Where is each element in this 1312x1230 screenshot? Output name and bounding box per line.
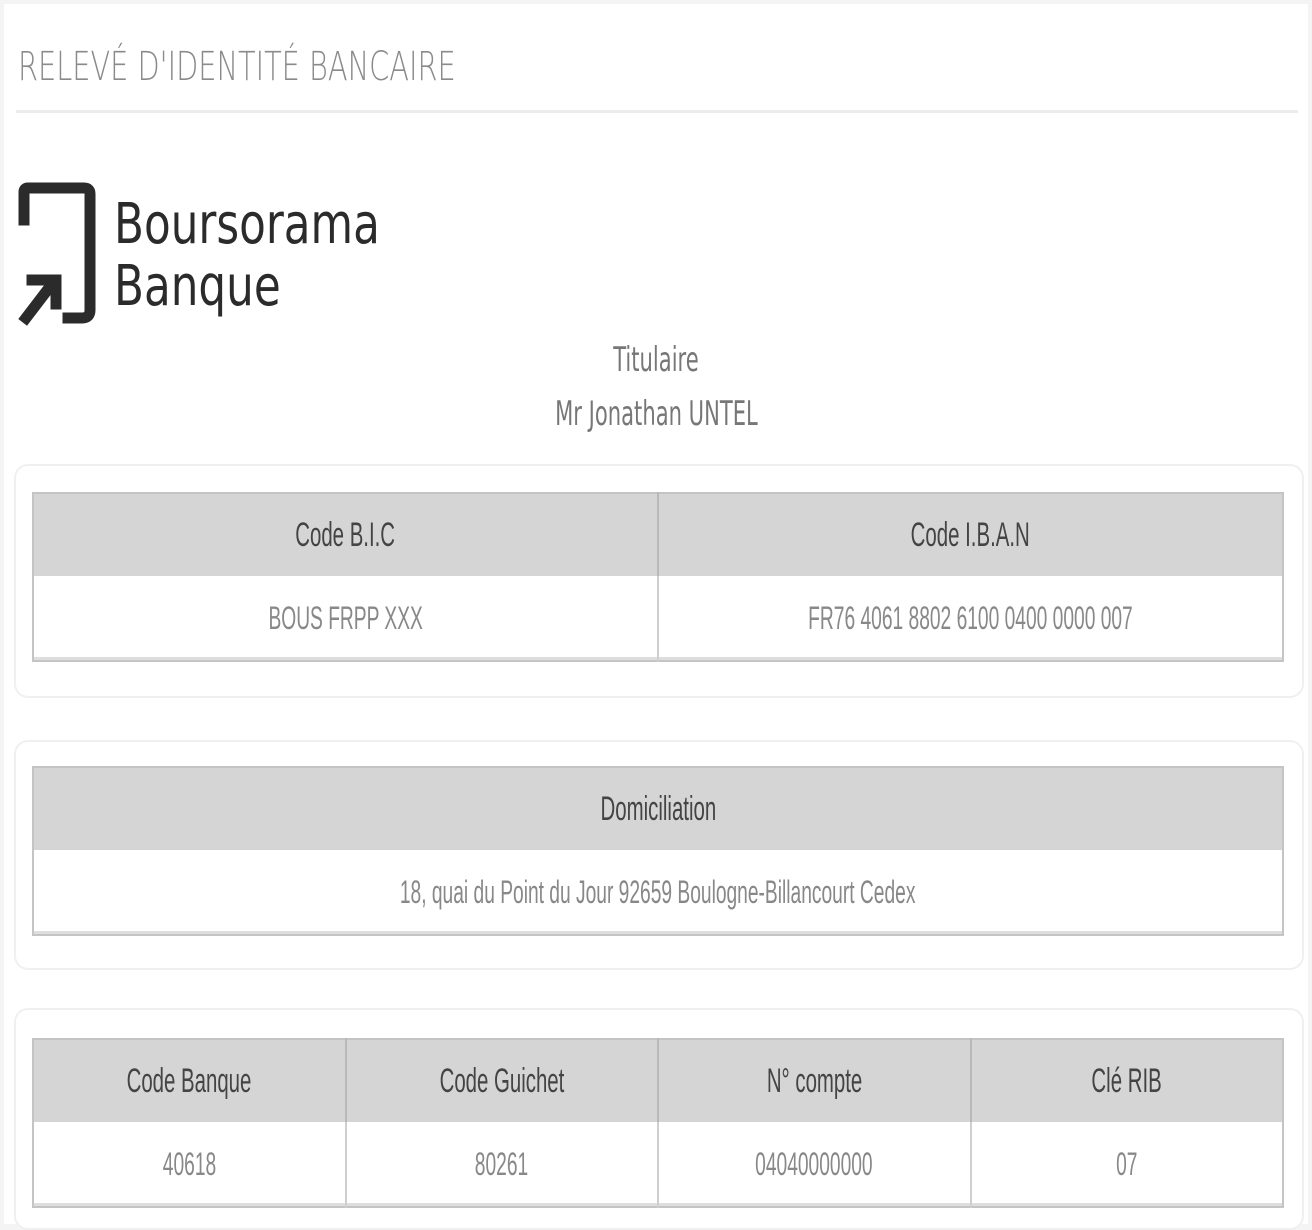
- branch-code-header-text: Code Guichet: [439, 1061, 565, 1100]
- rib-document: RELEVÉ D'IDENTITÉ BANCAIRE Boursorama Ba…: [4, 4, 1308, 1230]
- table-header-row: Domiciliation: [33, 767, 1283, 850]
- bank-code-header-text: Code Banque: [126, 1061, 252, 1100]
- rib-key-header-text: Clé RIB: [1091, 1061, 1162, 1100]
- branch-code-header: Code Guichet: [345, 1039, 659, 1122]
- bank-name: Boursorama Banque: [114, 194, 380, 318]
- title-divider: [16, 110, 1298, 113]
- domiciliation-header: Domiciliation: [33, 767, 1283, 850]
- table-row: 40618 80261 04040000000 07: [33, 1122, 1283, 1207]
- account-number-value-text: 04040000000: [755, 1145, 873, 1182]
- domiciliation-table: Domiciliation 18, quai du Point du Jour …: [32, 766, 1284, 936]
- document-title: RELEVÉ D'IDENTITÉ BANCAIRE: [18, 44, 456, 90]
- bank-name-line1: Boursorama: [114, 192, 380, 257]
- rib-details-table: Code Banque Code Guichet N° compte Clé R…: [32, 1038, 1284, 1208]
- bic-value: BOUS FRPP XXX: [33, 576, 659, 661]
- bic-header-text: Code B.I.C: [295, 515, 396, 554]
- iban-value-text: FR76 4061 8802 6100 0400 0000 007: [808, 599, 1133, 636]
- table-row: 18, quai du Point du Jour 92659 Boulogne…: [33, 850, 1283, 935]
- table-header-row: Code B.I.C Code I.B.A.N: [33, 493, 1283, 576]
- table-header-row: Code Banque Code Guichet N° compte Clé R…: [33, 1039, 1283, 1122]
- holder-label: Titulaire: [4, 340, 1308, 380]
- rib-key-value-text: 07: [1116, 1145, 1138, 1182]
- domiciliation-value: 18, quai du Point du Jour 92659 Boulogne…: [33, 850, 1283, 935]
- table-row: BOUS FRPP XXX FR76 4061 8802 6100 0400 0…: [33, 576, 1283, 661]
- account-ids-table: Code B.I.C Code I.B.A.N BOUS FRPP XXX FR…: [32, 492, 1284, 662]
- bic-header: Code B.I.C: [33, 493, 659, 576]
- branch-code-value: 80261: [345, 1122, 659, 1207]
- account-number-header: N° compte: [658, 1039, 972, 1122]
- account-ids-panel: Code B.I.C Code I.B.A.N BOUS FRPP XXX FR…: [14, 464, 1304, 698]
- branch-code-value-text: 80261: [475, 1145, 529, 1182]
- iban-header: Code I.B.A.N: [658, 493, 1283, 576]
- domiciliation-value-text: 18, quai du Point du Jour 92659 Boulogne…: [400, 873, 916, 910]
- bank-name-line2: Banque: [114, 254, 281, 319]
- bank-code-header: Code Banque: [33, 1039, 347, 1122]
- account-number-header-text: N° compte: [766, 1061, 862, 1100]
- bank-code-value: 40618: [33, 1122, 347, 1207]
- domiciliation-header-text: Domiciliation: [600, 789, 716, 828]
- boursorama-logo-icon: [18, 182, 96, 326]
- iban-value: FR76 4061 8802 6100 0400 0000 007: [658, 576, 1283, 661]
- iban-header-text: Code I.B.A.N: [910, 515, 1031, 554]
- bank-code-value-text: 40618: [162, 1145, 216, 1182]
- domiciliation-panel: Domiciliation 18, quai du Point du Jour …: [14, 740, 1304, 970]
- holder-label-text: Titulaire: [613, 340, 699, 380]
- holder-name-text: Mr Jonathan UNTEL: [554, 394, 758, 434]
- bic-value-text: BOUS FRPP XXX: [268, 599, 423, 636]
- account-number-value: 04040000000: [658, 1122, 972, 1207]
- rib-key-value: 07: [970, 1122, 1283, 1207]
- rib-details-panel: Code Banque Code Guichet N° compte Clé R…: [14, 1008, 1304, 1230]
- holder-name: Mr Jonathan UNTEL: [4, 394, 1308, 434]
- rib-key-header: Clé RIB: [970, 1039, 1283, 1122]
